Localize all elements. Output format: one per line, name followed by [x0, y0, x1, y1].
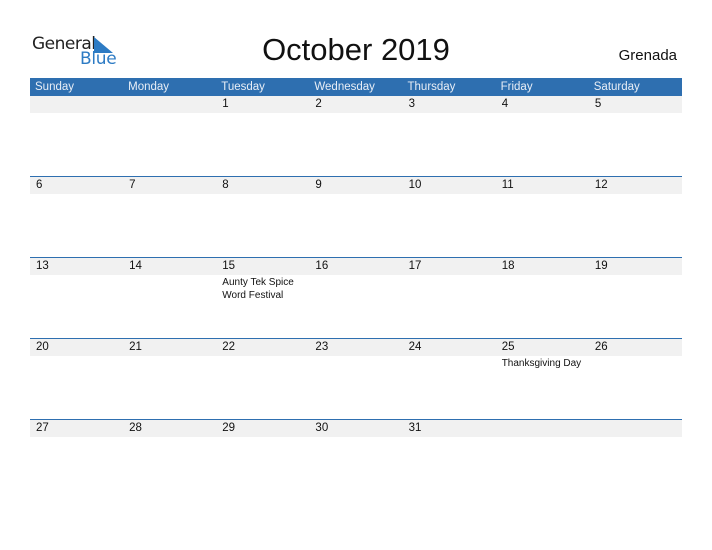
day-number: 18: [501, 260, 515, 272]
day-cell-1[interactable]: 1: [216, 96, 309, 177]
weekday-saturday: Saturday: [593, 81, 640, 93]
day-number: 15: [222, 260, 236, 272]
week-row: 27 28 29 30 31: [30, 419, 682, 501]
day-number: 1: [222, 98, 229, 110]
day-cell-14[interactable]: 14: [123, 258, 216, 339]
day-cell-5[interactable]: 5: [589, 96, 682, 177]
weekday-wednesday: Wednesday: [314, 81, 375, 93]
holiday-event: Thanksgiving Day: [501, 358, 582, 369]
day-cell-8[interactable]: 8: [216, 177, 309, 258]
day-number: 28: [129, 422, 142, 434]
week-row: 1 2 3 4 5: [30, 96, 682, 177]
day-cell-11[interactable]: 11: [496, 177, 589, 258]
day-number: 14: [129, 260, 142, 272]
day-number: 30: [315, 422, 329, 434]
country-label: Grenada: [618, 47, 677, 64]
week-row: 13 14 15 Aunty Tek Spice Word Festival 16 17 1…: [30, 257, 682, 339]
day-number: 27: [36, 422, 49, 434]
day-cell-28[interactable]: 28: [123, 420, 216, 501]
weekday-tuesday: Tuesday: [221, 81, 265, 93]
day-cell-7[interactable]: 7: [123, 177, 216, 258]
day-cell-21[interactable]: 21: [123, 339, 216, 420]
day-cell-26[interactable]: 26: [589, 339, 682, 420]
day-number: 4: [501, 98, 509, 110]
day-number: 25: [501, 341, 515, 353]
empty-day-cell: [123, 96, 216, 177]
day-cell-3[interactable]: 3: [403, 96, 496, 177]
weekday-monday: Monday: [128, 81, 170, 93]
week-row: 6 7 8 9 10 11 12: [30, 176, 682, 258]
day-number: 2: [315, 98, 322, 110]
day-number: 26: [594, 341, 608, 353]
empty-day-cell: [589, 420, 682, 501]
day-number: 10: [408, 179, 422, 191]
weekday-thursday: Thursday: [407, 81, 456, 93]
week-row: 20 21 22 23 24 25 Thanksgiving Day 26: [30, 338, 682, 420]
day-number: 22: [222, 341, 236, 353]
day-cell-20[interactable]: 20: [30, 339, 123, 420]
day-cell-24[interactable]: 24: [403, 339, 496, 420]
weekday-sunday: Sunday: [35, 81, 75, 93]
day-number: 31: [408, 422, 422, 434]
day-number: 23: [315, 341, 329, 353]
weekday-header: Sunday Monday Tuesday Wednesday Thursday Frid…: [30, 78, 682, 96]
day-number: 8: [222, 179, 229, 191]
day-cell-6[interactable]: 6: [30, 177, 123, 258]
day-cell-13[interactable]: 13: [30, 258, 123, 339]
day-cell-17[interactable]: 17: [403, 258, 496, 339]
day-cell-10[interactable]: 10: [403, 177, 496, 258]
day-number: 16: [315, 260, 329, 272]
day-cell-12[interactable]: 12: [589, 177, 682, 258]
day-cell-19[interactable]: 19: [589, 258, 682, 339]
day-cell-16[interactable]: 16: [309, 258, 402, 339]
day-cell-18[interactable]: 18: [496, 258, 589, 339]
day-number: 6: [36, 179, 43, 191]
day-cell-29[interactable]: 29: [216, 420, 309, 501]
day-number: 13: [36, 260, 49, 272]
day-number: 12: [594, 179, 608, 191]
day-number: 17: [408, 260, 422, 272]
day-number: 5: [594, 98, 602, 110]
holiday-event: Aunty Tek Spice Word Festival: [222, 277, 294, 301]
day-number: 3: [408, 98, 415, 110]
weekday-friday: Friday: [500, 81, 533, 93]
day-cell-9[interactable]: 9: [309, 177, 402, 258]
day-cell-22[interactable]: 22: [216, 339, 309, 420]
day-cell-23[interactable]: 23: [309, 339, 402, 420]
day-number: 29: [222, 422, 236, 434]
day-number: 21: [129, 341, 142, 353]
day-number: 19: [594, 260, 608, 272]
day-number: 11: [501, 179, 514, 191]
day-number: 7: [129, 179, 136, 191]
empty-day-cell: [30, 96, 123, 177]
day-cell-30[interactable]: 30: [309, 420, 402, 501]
day-cell-4[interactable]: 4: [496, 96, 589, 177]
day-cell-15[interactable]: 15 Aunty Tek Spice Word Festival: [216, 258, 309, 339]
day-cell-2[interactable]: 2: [309, 96, 402, 177]
day-cell-25[interactable]: 25 Thanksgiving Day: [496, 339, 589, 420]
empty-day-cell: [496, 420, 589, 501]
day-number: 9: [315, 179, 322, 191]
day-cell-27[interactable]: 27: [30, 420, 123, 501]
page-title: October 2019: [262, 32, 450, 67]
day-number: 20: [36, 341, 49, 353]
day-number: 24: [408, 341, 422, 353]
day-cell-31[interactable]: 31: [403, 420, 496, 501]
